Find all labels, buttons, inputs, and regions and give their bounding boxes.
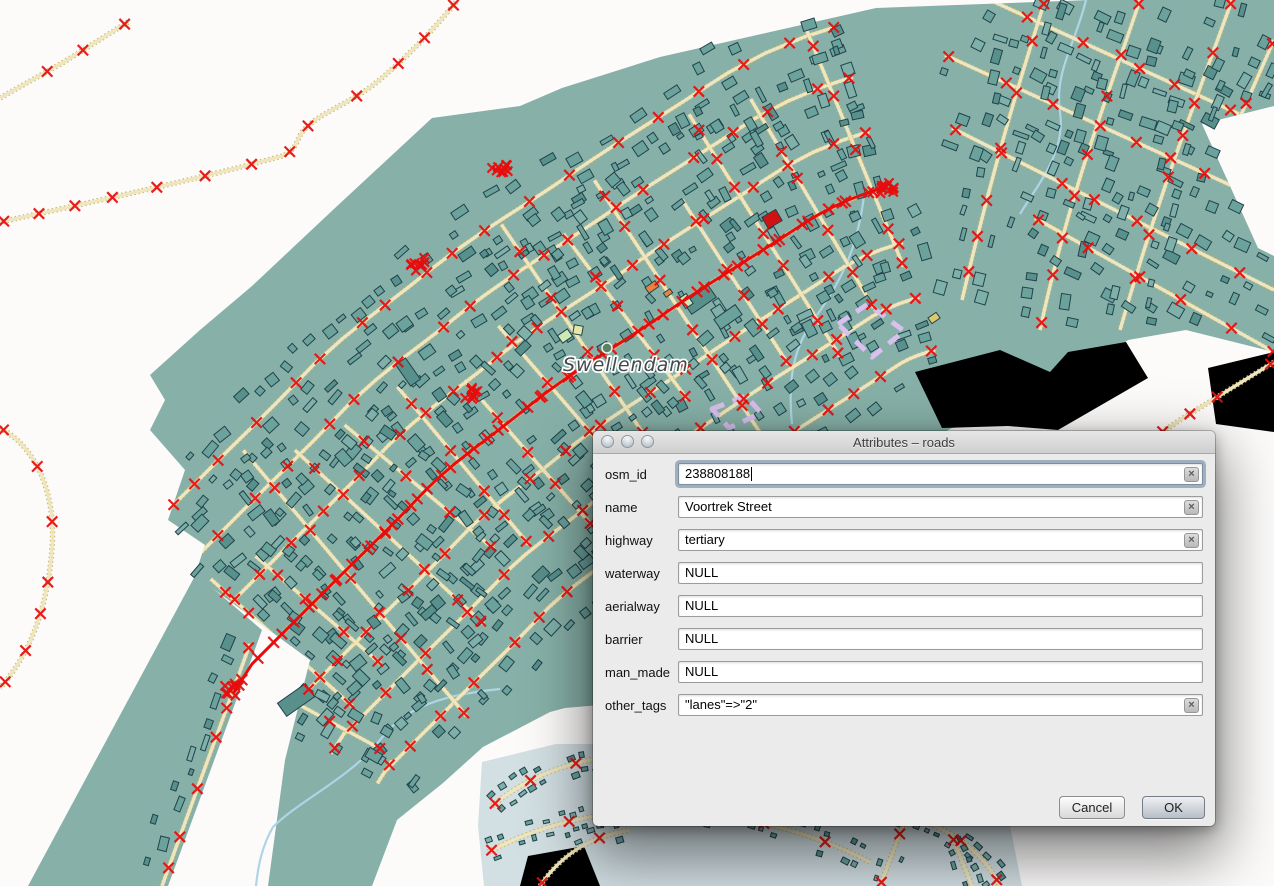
field-value: tertiary — [685, 532, 725, 547]
ok-button[interactable]: OK — [1142, 796, 1205, 819]
field-input[interactable]: NULL — [678, 661, 1203, 683]
field-input[interactable]: 238808188 × — [678, 463, 1203, 485]
place-label: Swellendam — [563, 354, 689, 376]
attribute-row: name Voortrek Street × — [605, 496, 1203, 518]
clear-field-icon[interactable]: × — [1184, 698, 1199, 713]
close-button[interactable] — [601, 435, 614, 448]
field-label: man_made — [605, 665, 678, 680]
field-value: NULL — [685, 598, 718, 613]
field-label: aerialway — [605, 599, 678, 614]
field-input[interactable]: NULL — [678, 628, 1203, 650]
field-input[interactable]: Voortrek Street × — [678, 496, 1203, 518]
field-input[interactable]: NULL — [678, 595, 1203, 617]
cancel-button[interactable]: Cancel — [1059, 796, 1125, 819]
minimize-button[interactable] — [621, 435, 634, 448]
field-value: NULL — [685, 565, 718, 580]
dialog-title: Attributes – roads — [853, 435, 955, 450]
clear-field-icon[interactable]: × — [1184, 533, 1199, 548]
attribute-row: other_tags "lanes"=>"2" × — [605, 694, 1203, 716]
attributes-dialog: Attributes – roads osm_id 238808188 × na… — [593, 431, 1215, 826]
field-input[interactable]: NULL — [678, 562, 1203, 584]
field-label: name — [605, 500, 678, 515]
attribute-row: highway tertiary × — [605, 529, 1203, 551]
attribute-row: waterway NULL — [605, 562, 1203, 584]
field-label: waterway — [605, 566, 678, 581]
field-value: NULL — [685, 631, 718, 646]
dialog-footer: Cancel OK — [593, 796, 1215, 820]
attribute-rows: osm_id 238808188 × name Voortrek Street … — [593, 454, 1215, 826]
field-label: highway — [605, 533, 678, 548]
field-label: other_tags — [605, 698, 678, 713]
field-value: "lanes"=>"2" — [685, 697, 757, 712]
dialog-titlebar[interactable]: Attributes – roads — [593, 431, 1215, 454]
field-label: osm_id — [605, 467, 678, 482]
clear-field-icon[interactable]: × — [1184, 500, 1199, 515]
attribute-row: osm_id 238808188 × — [605, 463, 1203, 485]
field-value: 238808188 — [685, 466, 750, 481]
field-label: barrier — [605, 632, 678, 647]
field-value: Voortrek Street — [685, 499, 772, 514]
attribute-row: barrier NULL — [605, 628, 1203, 650]
attribute-row: aerialway NULL — [605, 595, 1203, 617]
field-input[interactable]: tertiary × — [678, 529, 1203, 551]
field-input[interactable]: "lanes"=>"2" × — [678, 694, 1203, 716]
place-marker-dot — [602, 343, 612, 353]
clear-field-icon[interactable]: × — [1184, 467, 1199, 482]
text-caret — [751, 467, 752, 481]
zoom-button[interactable] — [641, 435, 654, 448]
field-value: NULL — [685, 664, 718, 679]
attribute-row: man_made NULL — [605, 661, 1203, 683]
qgis-map-canvas-stage: Swellendam Attributes – roads osm_id 238… — [0, 0, 1274, 886]
